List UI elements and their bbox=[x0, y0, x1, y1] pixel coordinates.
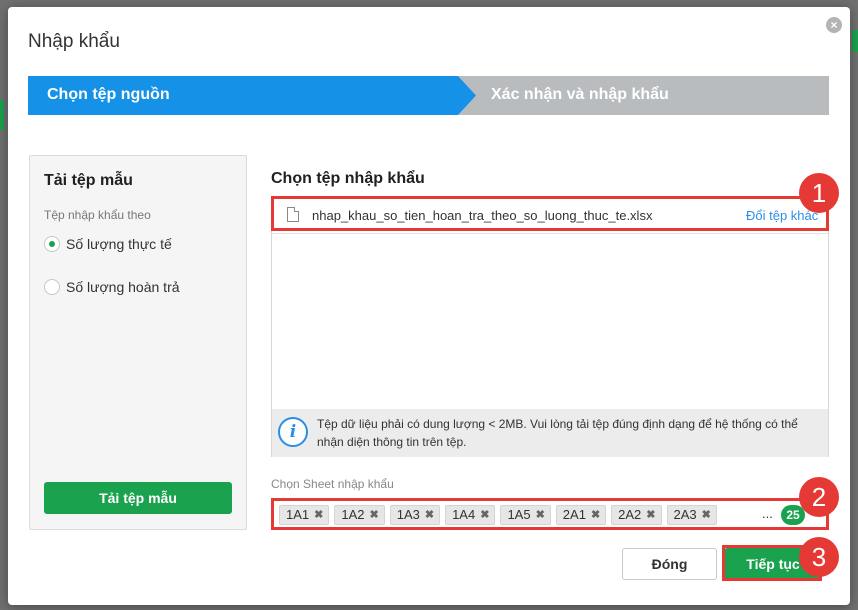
remove-icon[interactable]: ✖ bbox=[370, 506, 379, 524]
remove-icon[interactable]: ✖ bbox=[480, 506, 489, 524]
backdrop-left bbox=[0, 0, 8, 610]
sheet-tag-label: 2A2 bbox=[618, 507, 642, 522]
import-file-box: nhap_khau_so_tien_hoan_tra_theo_so_luong… bbox=[271, 196, 830, 457]
sheet-tag-label: 2A3 bbox=[673, 507, 697, 522]
sheet-tag-label: 2A1 bbox=[562, 507, 586, 522]
import-dialog: Nhập khẩu × Xác nhận và nhập khẩu Chọn t… bbox=[8, 7, 850, 605]
background-green-strip bbox=[852, 30, 858, 52]
import-file-title: Chọn tệp nhập khẩu bbox=[271, 170, 425, 187]
sheet-tags: 1A1 ✖ 1A2 ✖ 1A3 ✖ 1A4 ✖ 1A5 ✖ 2A1 ✖ 2A2 ✖ 2A3 ✖ bbox=[279, 505, 722, 525]
template-panel-title: Tải tệp mẫu bbox=[44, 172, 133, 189]
step-label: Chọn tệp nguồn bbox=[47, 86, 170, 103]
radio-actual-quantity[interactable]: Số lượng thực tế bbox=[44, 236, 172, 252]
stepper: Xác nhận và nhập khẩu Chọn tệp nguồn bbox=[28, 76, 829, 115]
radio-unchecked[interactable] bbox=[44, 279, 60, 295]
close-button[interactable]: Đóng bbox=[622, 548, 717, 580]
backdrop-right bbox=[850, 0, 858, 610]
sheet-select-label: Chọn Sheet nhập khẩu bbox=[271, 477, 394, 491]
sheet-tag-label: 1A4 bbox=[452, 507, 476, 522]
sheet-tag[interactable]: 2A2 ✖ bbox=[611, 505, 662, 525]
more-tags-ellipsis: ... bbox=[762, 506, 773, 521]
radio-checked[interactable] bbox=[44, 236, 60, 252]
remove-icon[interactable]: ✖ bbox=[425, 506, 434, 524]
sheet-tag[interactable]: 1A4 ✖ bbox=[445, 505, 496, 525]
file-icon bbox=[287, 207, 299, 222]
sheet-tag[interactable]: 1A1 ✖ bbox=[279, 505, 330, 525]
callout-marker-1: 1 bbox=[799, 173, 839, 213]
step-choose-source: Chọn tệp nguồn bbox=[28, 76, 490, 115]
sheet-tag[interactable]: 1A3 ✖ bbox=[389, 505, 441, 525]
close-icon[interactable]: × bbox=[826, 17, 842, 33]
remove-icon[interactable]: ✖ bbox=[314, 506, 323, 524]
dialog-title: Nhập khẩu bbox=[28, 31, 120, 52]
sheet-tag-label: 1A3 bbox=[396, 507, 420, 522]
remove-icon[interactable]: ✖ bbox=[646, 506, 655, 524]
sheet-tag-label: 1A2 bbox=[341, 507, 365, 522]
step-label: Xác nhận và nhập khẩu bbox=[491, 86, 669, 103]
callout-marker-2: 2 bbox=[799, 477, 839, 517]
background-green-strip bbox=[0, 100, 4, 130]
callout-marker-3: 3 bbox=[799, 537, 839, 577]
radio-returned-quantity[interactable]: Số lượng hoàn trả bbox=[44, 279, 180, 295]
template-panel-subtitle: Tệp nhập khẩu theo bbox=[44, 208, 151, 222]
info-bar: i Tệp dữ liệu phải có dung lượng < 2MB. … bbox=[272, 409, 828, 457]
sheet-tag[interactable]: 2A3 ✖ bbox=[666, 505, 717, 525]
info-icon: i bbox=[278, 417, 308, 447]
template-panel: Tải tệp mẫu Tệp nhập khẩu theo Số lượng … bbox=[29, 155, 247, 530]
radio-label: Số lượng hoàn trả bbox=[66, 279, 180, 295]
info-text: Tệp dữ liệu phải có dung lượng < 2MB. Vu… bbox=[317, 417, 798, 449]
file-name: nhap_khau_so_tien_hoan_tra_theo_so_luong… bbox=[312, 208, 653, 223]
radio-label: Số lượng thực tế bbox=[66, 236, 172, 252]
remove-icon[interactable]: ✖ bbox=[591, 506, 600, 524]
change-file-link[interactable]: Đổi tệp khác bbox=[746, 208, 818, 223]
sheet-tag-label: 1A5 bbox=[507, 507, 531, 522]
download-template-button[interactable]: Tải tệp mẫu bbox=[44, 482, 232, 514]
sheet-tag-label: 1A1 bbox=[286, 507, 310, 522]
sheet-tag[interactable]: 2A1 ✖ bbox=[555, 505, 607, 525]
sheet-multiselect[interactable]: 1A1 ✖ 1A2 ✖ 1A3 ✖ 1A4 ✖ 1A5 ✖ 2A1 ✖ 2A2 ✖ 2A3 ✖ … bbox=[271, 498, 829, 530]
sheet-tag[interactable]: 1A2 ✖ bbox=[334, 505, 385, 525]
remove-icon[interactable]: ✖ bbox=[702, 506, 711, 524]
selected-file-row: nhap_khau_so_tien_hoan_tra_theo_so_luong… bbox=[272, 197, 830, 234]
remove-icon[interactable]: ✖ bbox=[536, 506, 545, 524]
sheet-tag[interactable]: 1A5 ✖ bbox=[500, 505, 551, 525]
